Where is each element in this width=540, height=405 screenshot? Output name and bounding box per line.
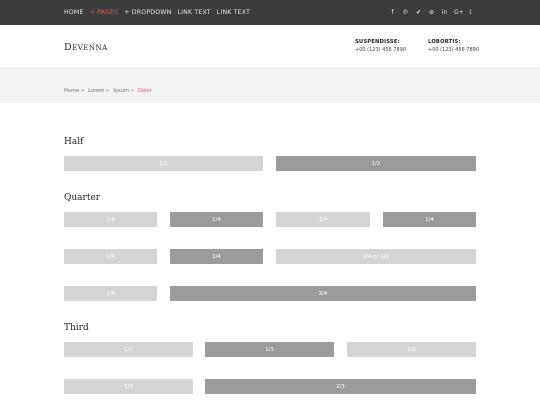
contact-title: LOBORTIS: [428,39,461,45]
section-title-half: Half [64,137,84,147]
grid-column-quarter: 1/4 [64,249,157,264]
nav-item-link-text-1[interactable]: LINK TEXT [177,9,210,16]
site-logo[interactable]: Devenna [64,42,108,53]
breadcrumb: Home » Lorem » Ipsum » Dolor [64,88,156,94]
contact-title: SUSPENDISSE: [355,39,400,45]
grid-column-half: 2/4 or 1/2 [276,249,476,264]
grid-column-quarter: 1/4 [383,212,476,227]
breadcrumb-ipsum[interactable]: Ipsum » [113,88,134,94]
facebook-icon[interactable]: f [389,9,396,16]
grid-column-third: 1/3 [64,379,193,394]
social-links: f ℗ ✔ ⊛ in G+ ⟟ [383,0,474,25]
breadcrumb-current: Dolor [137,88,152,94]
grid-column-quarter: 1/4 [64,286,157,301]
grid-column-quarter: 1/4 [170,249,263,264]
top-navbar: HOME + PAGES + DROPDOWN LINK TEXT LINK T… [0,0,540,25]
twitter-icon[interactable]: ✔ [415,9,422,16]
nav-item-link-text-2[interactable]: LINK TEXT [217,9,250,16]
contact-phone: +00 (123) 456 7890 [428,47,480,53]
linkedin-icon[interactable]: in [441,9,448,16]
contact-block-lobortis: LOBORTIS: +00 (123) 456 7890 [428,39,479,53]
grid-column-two-third: 2/3 [205,379,476,394]
breadcrumb-home[interactable]: Home » [64,88,84,94]
rss-icon[interactable]: ⟟ [467,9,474,17]
section-title-quarter: Quarter [64,193,101,203]
grid-column-third: 1/3 [64,342,193,357]
grid-column-third: 1/3 [205,342,334,357]
nav-item-pages[interactable]: + PAGES [90,9,119,16]
breadcrumb-lorem[interactable]: Lorem » [88,88,109,94]
grid-column-third: 1/3 [347,342,476,357]
nav-item-home[interactable]: HOME [64,9,84,16]
nav-item-dropdown[interactable]: + DROPDOWN [124,9,171,16]
section-title-third: Third [64,323,89,333]
grid-column-half: 1/2 [64,156,263,171]
site-header: Devenna SUSPENDISSE: +00 (123) 456 7890 … [0,25,540,67]
grid-column-half: 1/2 [276,156,476,171]
pinterest-icon[interactable]: ℗ [402,9,409,16]
google-plus-icon[interactable]: G+ [454,9,464,16]
grid-column-three-quarter: 3/4 [170,286,476,301]
contact-block-suspendisse: SUSPENDISSE: +00 (123) 456 7890 [355,39,406,53]
contact-phone: +00 (123) 456 7890 [355,47,407,53]
grid-column-quarter: 1/4 [170,212,263,227]
dribbble-icon[interactable]: ⊛ [428,9,435,16]
grid-column-quarter: 1/4 [64,212,157,227]
breadcrumb-band: Home » Lorem » Ipsum » Dolor [0,67,540,103]
main-nav: HOME + PAGES + DROPDOWN LINK TEXT LINK T… [64,0,256,25]
grid-column-quarter: 1/4 [276,212,370,227]
